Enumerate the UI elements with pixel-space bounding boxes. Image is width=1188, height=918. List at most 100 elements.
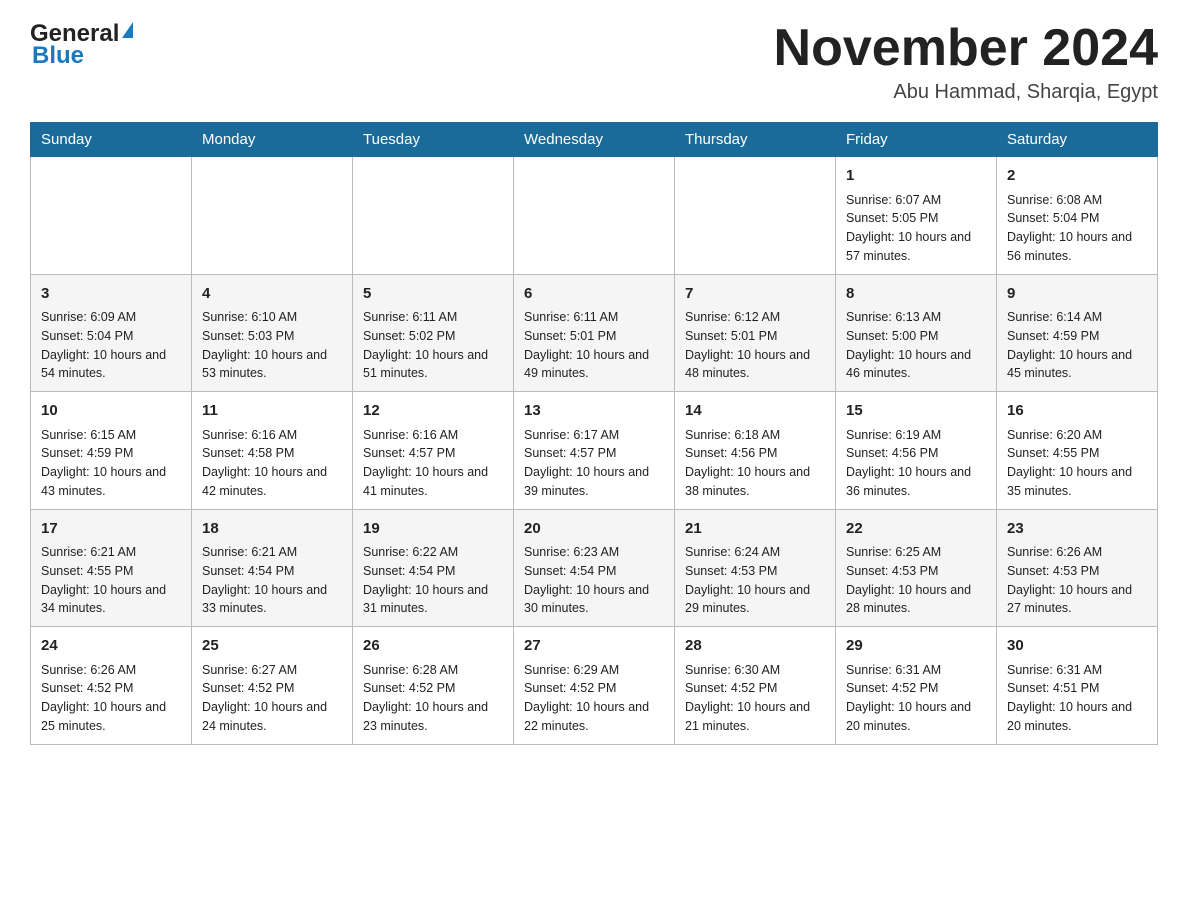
calendar-cell: 10 Sunrise: 6:15 AM Sunset: 4:59 PM Dayli… <box>31 392 192 510</box>
day-number: 24 <box>41 635 181 658</box>
day-info: Sunrise: 6:18 AM Sunset: 4:56 PM Dayligh… <box>685 428 810 498</box>
calendar-cell: 6 Sunrise: 6:11 AM Sunset: 5:01 PM Daylig… <box>514 274 675 392</box>
day-info: Sunrise: 6:16 AM Sunset: 4:57 PM Dayligh… <box>363 428 488 498</box>
day-info: Sunrise: 6:20 AM Sunset: 4:55 PM Dayligh… <box>1007 428 1132 498</box>
day-info: Sunrise: 6:19 AM Sunset: 4:56 PM Dayligh… <box>846 428 971 498</box>
logo-area: General Blue <box>30 20 134 70</box>
day-number: 23 <box>1007 518 1147 541</box>
day-info: Sunrise: 6:27 AM Sunset: 4:52 PM Dayligh… <box>202 663 327 733</box>
day-number: 7 <box>685 283 825 306</box>
calendar-cell: 21Sunrise: 6:24 AM Sunset: 4:53 PM Dayli… <box>675 509 836 627</box>
calendar-cell: 28Sunrise: 6:30 AM Sunset: 4:52 PM Dayli… <box>675 627 836 745</box>
calendar-table: SundayMondayTuesdayWednesdayThursdayFrid… <box>30 122 1158 745</box>
calendar-cell: 19 Sunrise: 6:22 AM Sunset: 4:54 PM Dayli… <box>353 509 514 627</box>
weekday-header-row: SundayMondayTuesdayWednesdayThursdayFrid… <box>31 123 1158 157</box>
day-number: 6 <box>524 283 664 306</box>
calendar-cell: 4Sunrise: 6:10 AM Sunset: 5:03 PM Daylig… <box>192 274 353 392</box>
day-number: 16 <box>1007 400 1147 423</box>
day-number: 2 <box>1007 165 1147 188</box>
calendar-cell: 24 Sunrise: 6:26 AM Sunset: 4:52 PM Dayli… <box>31 627 192 745</box>
day-info: Sunrise: 6:22 AM Sunset: 4:54 PM Dayligh… <box>363 545 488 615</box>
day-info: Sunrise: 6:26 AM Sunset: 4:52 PM Dayligh… <box>41 663 166 733</box>
day-info: Sunrise: 6:08 AM Sunset: 5:04 PM Dayligh… <box>1007 193 1132 263</box>
calendar-cell: 29 Sunrise: 6:31 AM Sunset: 4:52 PM Dayli… <box>836 627 997 745</box>
weekday-header-friday: Friday <box>836 123 997 157</box>
day-info: Sunrise: 6:11 AM Sunset: 5:02 PM Dayligh… <box>363 310 488 380</box>
calendar-cell: 26 Sunrise: 6:28 AM Sunset: 4:52 PM Dayli… <box>353 627 514 745</box>
calendar-cell: 7 Sunrise: 6:12 AM Sunset: 5:01 PM Daylig… <box>675 274 836 392</box>
weekday-header-wednesday: Wednesday <box>514 123 675 157</box>
day-number: 1 <box>846 165 986 188</box>
day-info: Sunrise: 6:30 AM Sunset: 4:52 PM Dayligh… <box>685 663 810 733</box>
calendar-cell: 9 Sunrise: 6:14 AM Sunset: 4:59 PM Daylig… <box>997 274 1158 392</box>
day-number: 25 <box>202 635 342 658</box>
calendar-week-row: 24 Sunrise: 6:26 AM Sunset: 4:52 PM Dayli… <box>31 627 1158 745</box>
calendar-cell: 12Sunrise: 6:16 AM Sunset: 4:57 PM Dayli… <box>353 392 514 510</box>
calendar-cell: 25 Sunrise: 6:27 AM Sunset: 4:52 PM Dayli… <box>192 627 353 745</box>
day-info: Sunrise: 6:31 AM Sunset: 4:52 PM Dayligh… <box>846 663 971 733</box>
day-info: Sunrise: 6:31 AM Sunset: 4:51 PM Dayligh… <box>1007 663 1132 733</box>
day-number: 5 <box>363 283 503 306</box>
page-header: General Blue November 2024 Abu Hammad, S… <box>30 20 1158 104</box>
day-number: 17 <box>41 518 181 541</box>
calendar-header: SundayMondayTuesdayWednesdayThursdayFrid… <box>31 123 1158 157</box>
day-number: 4 <box>202 283 342 306</box>
day-number: 9 <box>1007 283 1147 306</box>
day-number: 14 <box>685 400 825 423</box>
day-info: Sunrise: 6:29 AM Sunset: 4:52 PM Dayligh… <box>524 663 649 733</box>
day-info: Sunrise: 6:23 AM Sunset: 4:54 PM Dayligh… <box>524 545 649 615</box>
calendar-cell: 14 Sunrise: 6:18 AM Sunset: 4:56 PM Dayli… <box>675 392 836 510</box>
location-text: Abu Hammad, Sharqia, Egypt <box>774 81 1158 104</box>
day-info: Sunrise: 6:11 AM Sunset: 5:01 PM Dayligh… <box>524 310 649 380</box>
calendar-cell: 11 Sunrise: 6:16 AM Sunset: 4:58 PM Dayli… <box>192 392 353 510</box>
day-info: Sunrise: 6:25 AM Sunset: 4:53 PM Dayligh… <box>846 545 971 615</box>
day-number: 29 <box>846 635 986 658</box>
day-number: 19 <box>363 518 503 541</box>
day-info: Sunrise: 6:07 AM Sunset: 5:05 PM Dayligh… <box>846 193 971 263</box>
weekday-header-thursday: Thursday <box>675 123 836 157</box>
day-number: 21 <box>685 518 825 541</box>
calendar-cell: 8 Sunrise: 6:13 AM Sunset: 5:00 PM Daylig… <box>836 274 997 392</box>
day-number: 30 <box>1007 635 1147 658</box>
weekday-header-tuesday: Tuesday <box>353 123 514 157</box>
logo-arrow-icon <box>122 22 133 38</box>
calendar-cell: 30 Sunrise: 6:31 AM Sunset: 4:51 PM Dayli… <box>997 627 1158 745</box>
calendar-body: 1 Sunrise: 6:07 AM Sunset: 5:05 PM Daylig… <box>31 157 1158 745</box>
day-number: 10 <box>41 400 181 423</box>
calendar-cell <box>31 157 192 275</box>
calendar-cell: 27 Sunrise: 6:29 AM Sunset: 4:52 PM Dayli… <box>514 627 675 745</box>
calendar-cell: 1 Sunrise: 6:07 AM Sunset: 5:05 PM Daylig… <box>836 157 997 275</box>
day-number: 26 <box>363 635 503 658</box>
calendar-week-row: 17 Sunrise: 6:21 AM Sunset: 4:55 PM Dayli… <box>31 509 1158 627</box>
title-area: November 2024 Abu Hammad, Sharqia, Egypt <box>774 20 1158 104</box>
day-info: Sunrise: 6:16 AM Sunset: 4:58 PM Dayligh… <box>202 428 327 498</box>
month-title: November 2024 <box>774 20 1158 77</box>
day-number: 13 <box>524 400 664 423</box>
calendar-cell <box>353 157 514 275</box>
calendar-cell: 20Sunrise: 6:23 AM Sunset: 4:54 PM Dayli… <box>514 509 675 627</box>
day-info: Sunrise: 6:28 AM Sunset: 4:52 PM Dayligh… <box>363 663 488 733</box>
day-info: Sunrise: 6:09 AM Sunset: 5:04 PM Dayligh… <box>41 310 166 380</box>
logo-blue-text: Blue <box>32 42 84 70</box>
day-info: Sunrise: 6:21 AM Sunset: 4:55 PM Dayligh… <box>41 545 166 615</box>
weekday-header-sunday: Sunday <box>31 123 192 157</box>
calendar-cell <box>675 157 836 275</box>
calendar-cell: 2 Sunrise: 6:08 AM Sunset: 5:04 PM Daylig… <box>997 157 1158 275</box>
calendar-week-row: 1 Sunrise: 6:07 AM Sunset: 5:05 PM Daylig… <box>31 157 1158 275</box>
day-info: Sunrise: 6:13 AM Sunset: 5:00 PM Dayligh… <box>846 310 971 380</box>
day-number: 27 <box>524 635 664 658</box>
day-number: 3 <box>41 283 181 306</box>
day-info: Sunrise: 6:15 AM Sunset: 4:59 PM Dayligh… <box>41 428 166 498</box>
day-info: Sunrise: 6:12 AM Sunset: 5:01 PM Dayligh… <box>685 310 810 380</box>
day-number: 11 <box>202 400 342 423</box>
calendar-cell: 22 Sunrise: 6:25 AM Sunset: 4:53 PM Dayli… <box>836 509 997 627</box>
day-number: 22 <box>846 518 986 541</box>
day-info: Sunrise: 6:21 AM Sunset: 4:54 PM Dayligh… <box>202 545 327 615</box>
day-info: Sunrise: 6:26 AM Sunset: 4:53 PM Dayligh… <box>1007 545 1132 615</box>
calendar-cell: 13Sunrise: 6:17 AM Sunset: 4:57 PM Dayli… <box>514 392 675 510</box>
weekday-header-saturday: Saturday <box>997 123 1158 157</box>
calendar-cell: 3 Sunrise: 6:09 AM Sunset: 5:04 PM Daylig… <box>31 274 192 392</box>
day-info: Sunrise: 6:14 AM Sunset: 4:59 PM Dayligh… <box>1007 310 1132 380</box>
calendar-cell: 5 Sunrise: 6:11 AM Sunset: 5:02 PM Daylig… <box>353 274 514 392</box>
day-number: 8 <box>846 283 986 306</box>
